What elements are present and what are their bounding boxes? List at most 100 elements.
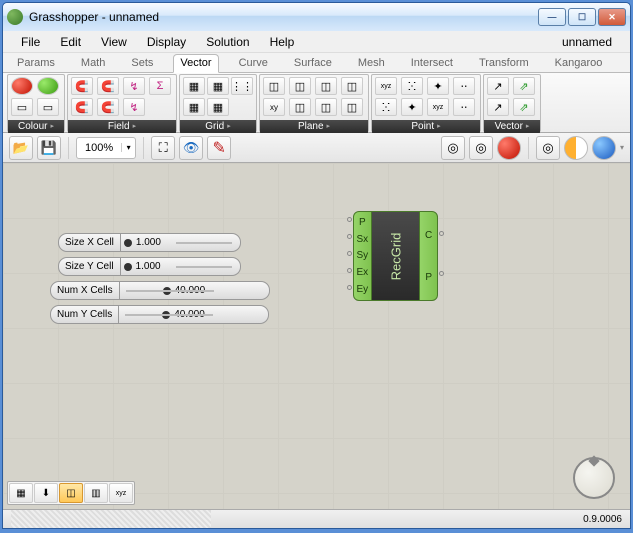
tab-curve[interactable]: Curve (233, 55, 274, 72)
shade-icon[interactable]: ◎ (469, 136, 493, 160)
plane-icon[interactable]: ◫ (289, 98, 311, 116)
field-icon[interactable]: 🧲 (97, 98, 119, 116)
display-mode-button[interactable]: ▥ (84, 483, 108, 503)
menu-view[interactable]: View (91, 32, 137, 52)
tab-transform[interactable]: Transform (473, 55, 535, 72)
point-icon[interactable]: ⵘ (375, 98, 397, 116)
grid-icon[interactable]: ▦ (207, 98, 229, 116)
input-port[interactable]: P (359, 217, 366, 228)
menu-display[interactable]: Display (137, 32, 196, 52)
output-port[interactable]: P (425, 272, 432, 283)
slider-size-y[interactable]: Size Y Cell 1.000 (58, 257, 248, 276)
colour-icon[interactable]: ▭ (11, 98, 33, 116)
grid-icon[interactable]: ⋮⋮ (231, 77, 253, 95)
tab-sets[interactable]: Sets (125, 55, 159, 72)
panel-label[interactable]: Field (68, 120, 176, 134)
field-icon[interactable]: ↯ (123, 98, 145, 116)
plane-icon[interactable]: ◫ (289, 77, 311, 95)
tab-kangaroo[interactable]: Kangaroo (549, 55, 609, 72)
vector-icon[interactable]: ⇗ (513, 77, 535, 95)
titlebar: Grasshopper - unnamed — ☐ ✕ (3, 3, 630, 31)
field-icon[interactable]: Σ (149, 77, 171, 95)
slider-size-x[interactable]: Size X Cell 1.000 (58, 233, 248, 252)
field-icon[interactable]: 🧲 (71, 98, 93, 116)
minimize-button[interactable]: — (538, 8, 566, 26)
menu-help[interactable]: Help (260, 32, 305, 52)
plane-icon[interactable]: ◫ (341, 77, 363, 95)
plane-icon[interactable]: ◫ (341, 98, 363, 116)
vector-icon[interactable]: ⇗ (513, 98, 535, 116)
shade-icon[interactable]: ◎ (441, 136, 465, 160)
component-recgrid[interactable]: P Sx Sy Ex Ey RecGrid C P (353, 211, 438, 301)
app-icon (7, 9, 23, 25)
field-icon[interactable]: ↯ (123, 77, 145, 95)
menu-solution[interactable]: Solution (196, 32, 259, 52)
panel-field: 🧲 🧲 ↯ Σ 🧲 🧲 ↯ Field (67, 74, 177, 132)
plane-icon[interactable]: ◫ (315, 77, 337, 95)
output-port[interactable]: C (425, 230, 432, 241)
grid-icon[interactable]: ▦ (207, 77, 229, 95)
display-mode-button[interactable]: ◫ (59, 483, 83, 503)
field-icon[interactable]: 🧲 (71, 77, 93, 95)
open-button[interactable]: 📂 (9, 136, 33, 160)
tab-surface[interactable]: Surface (288, 55, 338, 72)
panel-label[interactable]: Point (372, 120, 480, 134)
vector-icon[interactable]: ↗ (487, 98, 509, 116)
input-port[interactable]: Ey (356, 284, 368, 295)
vector-icon[interactable]: ↗ (487, 77, 509, 95)
grid-icon[interactable]: ▦ (183, 77, 205, 95)
plane-icon[interactable]: xy (263, 98, 285, 116)
panel-label[interactable]: Plane (260, 120, 368, 134)
input-port[interactable]: Sx (356, 234, 368, 245)
field-icon[interactable]: 🧲 (97, 77, 119, 95)
tab-mesh[interactable]: Mesh (352, 55, 391, 72)
point-icon[interactable]: xyz (375, 77, 397, 95)
colour-icon[interactable] (11, 77, 33, 95)
zoom-dropdown[interactable]: 100%▾ (76, 137, 136, 159)
panel-label[interactable]: Grid (180, 120, 256, 134)
panel-label[interactable]: Colour (8, 120, 64, 134)
canvas[interactable]: Size X Cell 1.000 Size Y Cell 1.000 Num … (3, 163, 630, 510)
slider-num-y[interactable]: Num Y Cells 40.000 (50, 305, 270, 324)
shade-icon[interactable] (564, 136, 588, 160)
tab-params[interactable]: Params (11, 55, 61, 72)
display-mode-button[interactable]: ⬇ (34, 483, 58, 503)
shade-icon[interactable] (497, 136, 521, 160)
tab-math[interactable]: Math (75, 55, 111, 72)
panel-vector: ↗ ⇗ ↗ ⇗ Vector (483, 74, 541, 132)
menu-file[interactable]: File (11, 32, 50, 52)
grid-icon[interactable]: ▦ (183, 98, 205, 116)
sketch-button[interactable]: ✎ (207, 136, 231, 160)
compass-icon[interactable] (573, 457, 615, 499)
panel-label[interactable]: Vector (484, 120, 540, 134)
colour-icon[interactable]: ▭ (37, 98, 59, 116)
plane-icon[interactable]: ◫ (315, 98, 337, 116)
panel-point: xyz ⵘ ✦ ⋅⋅ ⵘ ✦ xyz ⋅⋅ Point (371, 74, 481, 132)
save-button[interactable]: 💾 (37, 136, 61, 160)
shade-icon[interactable]: ◎ (536, 136, 560, 160)
input-port[interactable]: Ex (356, 267, 368, 278)
maximize-button[interactable]: ☐ (568, 8, 596, 26)
slider-num-x[interactable]: Num X Cells 40.000 (50, 281, 270, 300)
shade-dropdown[interactable] (592, 136, 616, 160)
tab-intersect[interactable]: Intersect (405, 55, 459, 72)
point-icon[interactable]: ✦ (427, 77, 449, 95)
point-icon[interactable]: ✦ (401, 98, 423, 116)
menu-edit[interactable]: Edit (50, 32, 91, 52)
zoom-extents-button[interactable]: ⛶ (151, 136, 175, 160)
display-mode-button[interactable]: ▦ (9, 483, 33, 503)
component-inputs: P Sx Sy Ex Ey (353, 211, 372, 301)
plane-icon[interactable]: ◫ (263, 77, 285, 95)
point-icon[interactable]: ⋅⋅ (453, 77, 475, 95)
input-port[interactable]: Sy (356, 250, 368, 261)
point-icon[interactable]: xyz (427, 98, 449, 116)
tab-vector[interactable]: Vector (173, 54, 218, 73)
point-icon[interactable]: ⵘ (401, 77, 423, 95)
preview-button[interactable]: 👁 (179, 136, 203, 160)
display-mode-button[interactable]: xyz (109, 483, 133, 503)
colour-icon[interactable] (37, 77, 59, 95)
close-button[interactable]: ✕ (598, 8, 626, 26)
slider-label: Num X Cells (50, 281, 120, 300)
statusbar: 0.9.0006 (3, 510, 630, 528)
point-icon[interactable]: ⋅⋅ (453, 98, 475, 116)
